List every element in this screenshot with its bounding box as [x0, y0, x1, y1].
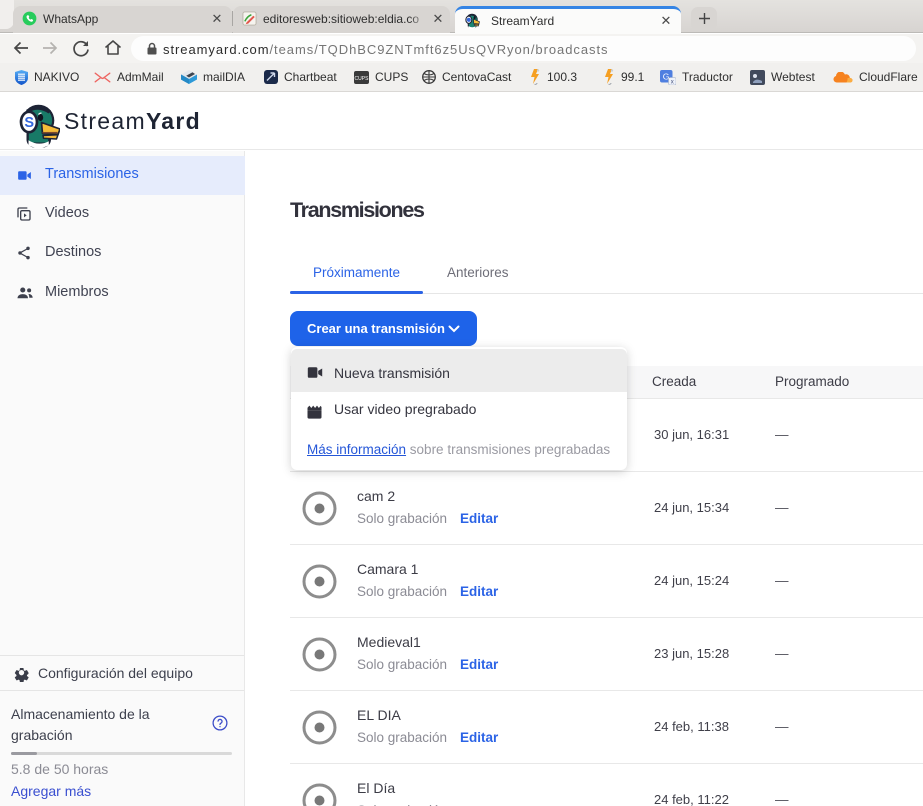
svg-text:S: S	[24, 115, 34, 131]
svg-text:x: x	[671, 79, 674, 85]
svg-text:CUPS: CUPS	[355, 76, 369, 82]
